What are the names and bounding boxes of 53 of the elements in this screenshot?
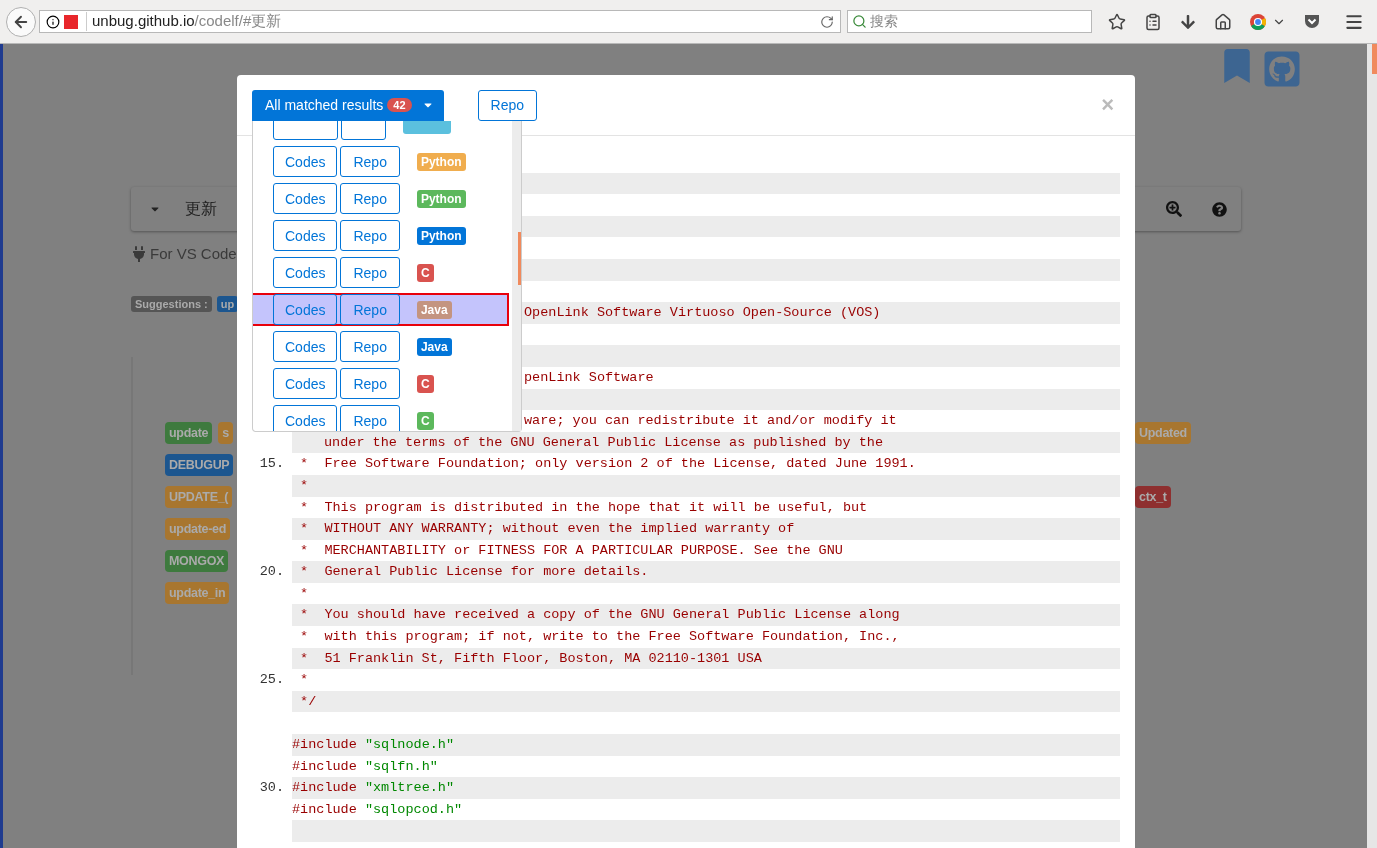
language-tag: Python	[416, 226, 466, 245]
dropdown-scrollbar[interactable]	[512, 121, 521, 431]
language-tag: Java	[416, 337, 452, 356]
line-number: 15.	[258, 455, 285, 474]
download-icon[interactable]	[1180, 13, 1196, 30]
tag[interactable]: DEBUGUP	[165, 454, 234, 476]
line-number: 25.	[258, 671, 285, 690]
zoom-icon[interactable]	[1166, 201, 1182, 217]
clipboard-icon[interactable]	[1144, 12, 1162, 31]
repo-button[interactable]: Repo	[340, 294, 400, 325]
codes-button[interactable]: Codes	[273, 257, 338, 288]
address-bar[interactable]: unbug.github.io/codelf/#更新	[39, 10, 841, 33]
codes-button[interactable]: Codes	[273, 220, 338, 251]
url-text: unbug.github.io/codelf/#更新	[86, 12, 816, 31]
search-field[interactable]: 搜索	[847, 10, 1092, 33]
repo-button[interactable]: Repo	[340, 183, 400, 214]
star-icon[interactable]	[1108, 12, 1126, 31]
codes-button[interactable]: Codes	[273, 294, 338, 325]
plug-icon	[131, 245, 147, 262]
line-number: 20.	[258, 563, 285, 582]
repo-button[interactable]: Repo	[340, 220, 400, 251]
codes-button[interactable]: Codes	[273, 331, 338, 362]
codes-button[interactable]: Codes	[273, 368, 338, 399]
repo-button[interactable]: Repo	[340, 257, 400, 288]
scrollbar[interactable]	[1367, 44, 1377, 848]
color-wheel-icon[interactable]	[1250, 13, 1266, 30]
repo-button[interactable]: Repo	[340, 331, 400, 362]
tag[interactable]: ctx_t	[1135, 486, 1171, 508]
codes-button[interactable]: Codes	[273, 183, 338, 214]
search-query: 更新	[185, 198, 217, 219]
suggestion-tag[interactable]: up	[216, 296, 239, 312]
filter-dropdown-button[interactable]: All matched results 42	[252, 89, 444, 121]
help-icon[interactable]	[1212, 201, 1227, 217]
language-tag: Python	[416, 152, 466, 171]
language-tag: C	[416, 374, 434, 393]
favicon-icon	[64, 14, 78, 29]
back-button[interactable]	[6, 6, 36, 37]
repo-button[interactable]: Repo	[340, 146, 400, 177]
reload-icon[interactable]	[820, 14, 834, 29]
suggestions-label: Suggestions :	[131, 296, 212, 312]
count-badge: 42	[387, 98, 412, 112]
plugin-note[interactable]: For VS Code	[150, 245, 237, 262]
language-tag: Python	[416, 189, 466, 208]
codes-button[interactable]: Codes	[273, 146, 338, 177]
language-tag: C	[416, 263, 434, 282]
search-icon	[852, 14, 867, 29]
language-tag: C	[416, 411, 434, 430]
home-icon[interactable]	[1214, 12, 1232, 31]
info-icon[interactable]	[46, 14, 60, 29]
line-number: 30.	[258, 779, 285, 798]
shield-icon[interactable]	[1304, 14, 1320, 29]
repo-button[interactable]: Repo	[477, 89, 537, 121]
repo-button[interactable]: Repo	[340, 368, 400, 399]
